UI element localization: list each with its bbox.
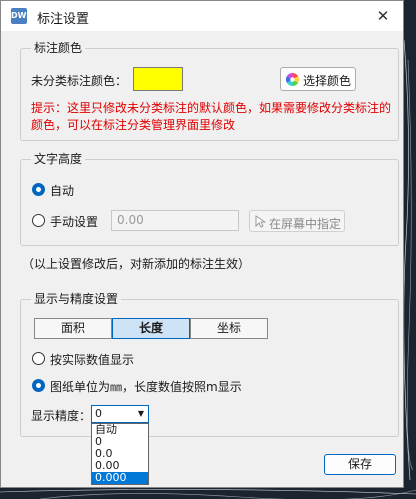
unclassified-color-label: 未分类标注颜色： <box>31 74 128 88</box>
actual-value-radio[interactable] <box>32 352 45 365</box>
color-group-legend: 标注颜色 <box>31 41 86 55</box>
precision-label: 显示精度： <box>31 409 92 423</box>
auto-height-radio[interactable] <box>32 183 45 196</box>
manual-height-radio[interactable] <box>32 214 45 227</box>
choose-color-label: 选择颜色 <box>303 74 352 88</box>
meter-display-label: 图纸单位为㎜，长度数值按照m显示 <box>50 380 242 394</box>
pick-on-screen-button[interactable]: 在屏幕中指定 <box>249 210 345 232</box>
text-height-legend: 文字高度 <box>31 152 86 166</box>
save-button[interactable]: 保存 <box>324 454 396 475</box>
manual-height-input[interactable]: 0.00 <box>111 210 239 231</box>
title-bar: DWG 标注设置 ✕ <box>1 1 403 31</box>
precision-value: 0 <box>95 407 102 420</box>
pick-on-screen-label: 在屏幕中指定 <box>269 217 342 231</box>
tab-length[interactable]: 长度 <box>112 318 190 339</box>
tab-area[interactable]: 面积 <box>34 318 112 339</box>
choose-color-button[interactable]: 选择颜色 <box>280 67 356 91</box>
precision-select[interactable]: 0 ▼ <box>91 405 149 423</box>
cursor-icon <box>255 215 266 228</box>
precision-option-highlighted[interactable]: 0.000 <box>92 472 148 484</box>
annotation-settings-dialog: DWG 标注设置 ✕ 标注颜色 未分类标注颜色： 选择颜色 提示：这里只修改未分… <box>0 0 404 488</box>
auto-height-label: 自动 <box>50 184 75 198</box>
save-label: 保存 <box>347 457 372 471</box>
settings-note: （以上设置修改后，对新添加的标注生效） <box>22 257 251 271</box>
tab-coordinate[interactable]: 坐标 <box>190 318 268 339</box>
display-precision-legend: 显示与精度设置 <box>31 292 122 306</box>
meter-display-radio[interactable] <box>32 379 45 392</box>
color-wheel-icon <box>286 73 299 86</box>
chevron-down-icon: ▼ <box>137 409 144 418</box>
app-icon: DWG <box>11 8 33 24</box>
color-hint-text: 提示：这里只修改未分类标注的默认颜色，如果需要修改分类标注的颜色，可以在标注分类… <box>31 101 392 132</box>
text-height-group: 文字高度 <box>20 152 399 246</box>
precision-dropdown-list: 自动 0 0.0 0.00 0.000 <box>91 423 149 485</box>
close-icon[interactable]: ✕ <box>371 4 395 28</box>
color-swatch[interactable] <box>133 67 183 91</box>
actual-value-label: 按实际数值显示 <box>50 353 135 367</box>
window-title: 标注设置 <box>37 12 90 27</box>
manual-height-label: 手动设置 <box>50 215 99 229</box>
